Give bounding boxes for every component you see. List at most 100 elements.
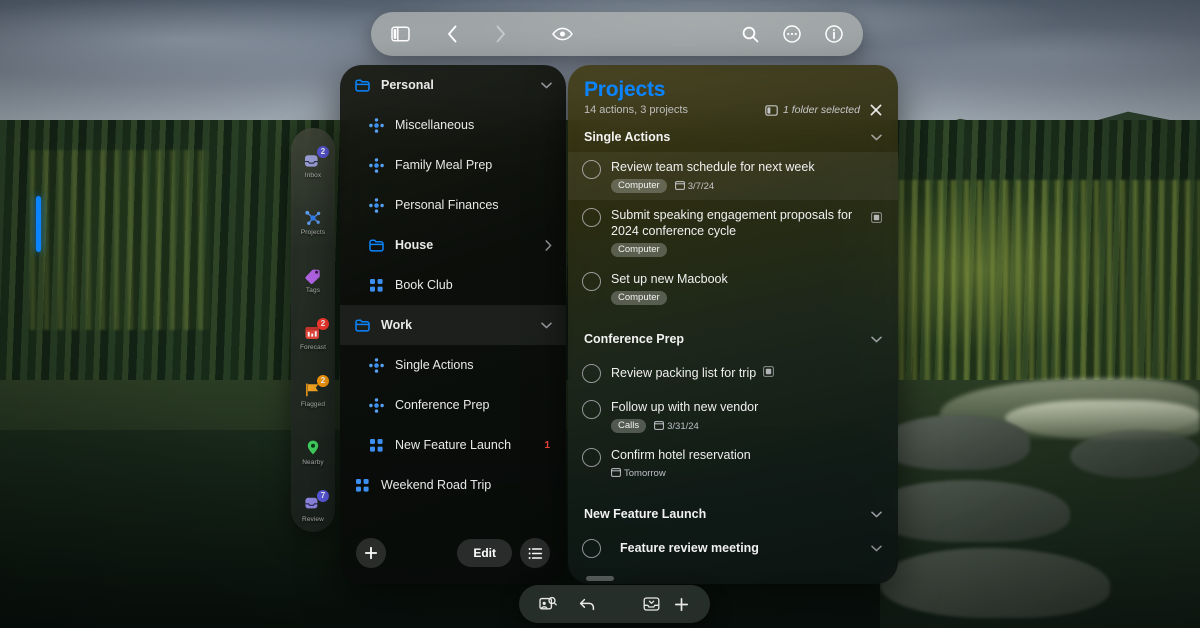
forward-icon[interactable] bbox=[479, 12, 521, 56]
group-title: New Feature Launch bbox=[584, 507, 707, 522]
folder-selection-icon bbox=[765, 104, 778, 116]
task-title: Submit speaking engagement proposals for… bbox=[611, 208, 853, 239]
flagged-icon: 2 bbox=[301, 375, 329, 399]
folder-row-personal[interactable]: Personal bbox=[340, 65, 566, 105]
task-checkbox[interactable] bbox=[582, 539, 601, 559]
task-row[interactable]: Confirm hotel reservation Tomorrow bbox=[568, 440, 898, 487]
folder-row-house[interactable]: House bbox=[340, 225, 566, 265]
folder-panel-footer: Edit bbox=[340, 522, 566, 584]
quick-capture-icon[interactable] bbox=[533, 585, 563, 623]
back-icon[interactable] bbox=[431, 12, 473, 56]
list-options-button[interactable] bbox=[520, 538, 550, 568]
calendar-icon bbox=[611, 467, 621, 480]
add-folder-button[interactable] bbox=[356, 538, 386, 568]
chevron-right-icon[interactable] bbox=[545, 239, 552, 251]
grid-icon bbox=[368, 438, 385, 452]
folder-row-personal-finances[interactable]: Personal Finances bbox=[340, 185, 566, 225]
task-row[interactable]: Feature review meeting bbox=[568, 529, 898, 565]
sidebar-item-label: Tags bbox=[305, 286, 321, 294]
folder-row-work[interactable]: Work bbox=[340, 305, 566, 345]
task-row[interactable]: Submit speaking engagement proposals for… bbox=[568, 200, 898, 264]
task-content: Review packing list for trip bbox=[611, 363, 882, 383]
task-tag[interactable]: Calls bbox=[611, 419, 647, 434]
task-title: Review packing list for trip bbox=[611, 366, 757, 381]
sidebar-item-flagged[interactable]: 2 Flagged bbox=[291, 371, 335, 417]
chevron-down-icon[interactable] bbox=[871, 130, 882, 144]
eye-icon[interactable] bbox=[541, 12, 583, 56]
chevron-down-icon[interactable] bbox=[541, 321, 552, 329]
sidebar-item-review[interactable]: 7 Review bbox=[291, 486, 335, 532]
sidebar-item-nearby[interactable]: Nearby bbox=[291, 428, 335, 474]
task-checkbox[interactable] bbox=[582, 272, 601, 292]
task-content: Review team schedule for next week Compu… bbox=[611, 159, 882, 194]
window-grabber[interactable] bbox=[586, 576, 614, 581]
due-date-label: 3/7/24 bbox=[687, 180, 715, 192]
info-icon[interactable] bbox=[813, 12, 855, 56]
chevron-down-icon[interactable] bbox=[541, 81, 552, 89]
project-icon bbox=[368, 157, 385, 173]
task-checkbox[interactable] bbox=[582, 448, 601, 468]
task-tag[interactable]: Computer bbox=[611, 179, 667, 194]
task-content: Submit speaking engagement proposals for… bbox=[611, 207, 861, 258]
folder-row-new-feature-launch[interactable]: New Feature Launch 1 bbox=[340, 425, 566, 465]
chevron-down-icon[interactable] bbox=[871, 545, 882, 552]
add-icon[interactable] bbox=[666, 585, 696, 623]
task-meta: Computer bbox=[611, 243, 861, 258]
sidebar-item-label: Review bbox=[302, 515, 324, 523]
task-row[interactable]: Review packing list for trip bbox=[568, 354, 898, 392]
task-tag[interactable]: Computer bbox=[611, 243, 667, 258]
task-row[interactable]: Follow up with new vendor Calls 3/31/24 bbox=[568, 392, 898, 440]
projects-content-panel: Projects 14 actions, 3 projects 1 folder… bbox=[568, 65, 898, 584]
task-checkbox[interactable] bbox=[582, 160, 601, 180]
edit-button[interactable]: Edit bbox=[457, 539, 512, 567]
folder-label: Conference Prep bbox=[395, 398, 490, 412]
task-tag[interactable]: Computer bbox=[611, 291, 667, 306]
search-icon[interactable] bbox=[729, 12, 771, 56]
folder-row-conference-prep[interactable]: Conference Prep bbox=[340, 385, 566, 425]
sidebar-item-tags[interactable]: Tags bbox=[291, 257, 335, 303]
folder-row-miscellaneous[interactable]: Miscellaneous bbox=[340, 105, 566, 145]
group-header-new-feature-launch[interactable]: New Feature Launch bbox=[568, 499, 898, 529]
sidebar-item-label: Flagged bbox=[300, 401, 326, 409]
sidebar-item-label: Inbox bbox=[304, 172, 322, 180]
task-content: Follow up with new vendor Calls 3/31/24 bbox=[611, 399, 882, 434]
more-icon[interactable] bbox=[771, 12, 813, 56]
project-icon bbox=[368, 357, 385, 373]
task-row[interactable]: Review team schedule for next week Compu… bbox=[568, 152, 898, 201]
sidebar-item-inbox[interactable]: 2 Inbox bbox=[291, 142, 335, 188]
folder-row-single-actions[interactable]: Single Actions bbox=[340, 345, 566, 385]
folder-label: Personal bbox=[381, 78, 434, 92]
task-row[interactable]: Set up new Macbook Computer bbox=[568, 264, 898, 312]
folder-label: Family Meal Prep bbox=[395, 158, 493, 172]
inbox-tray-icon[interactable] bbox=[636, 585, 666, 623]
folder-row-book-club[interactable]: Book Club bbox=[340, 265, 566, 305]
folder-sidebar-panel: Personal Miscellaneous Family Meal Prep … bbox=[340, 65, 566, 584]
group-header-conference-prep[interactable]: Conference Prep bbox=[568, 324, 898, 354]
task-checkbox[interactable] bbox=[582, 400, 601, 420]
task-due: Tomorrow bbox=[611, 467, 666, 480]
task-content: Feature review meeting bbox=[611, 540, 861, 556]
folder-row-weekend-road-trip[interactable]: Weekend Road Trip bbox=[340, 465, 566, 505]
folder-selected-label: 1 folder selected bbox=[782, 104, 860, 117]
badge: 2 bbox=[317, 146, 329, 159]
window-toolbar bbox=[371, 12, 863, 56]
sidebar-toggle-icon[interactable] bbox=[379, 12, 421, 56]
task-checkbox[interactable] bbox=[582, 364, 601, 384]
task-checkbox[interactable] bbox=[582, 208, 601, 228]
undo-icon[interactable] bbox=[571, 585, 601, 623]
folder-row-family-meal-prep[interactable]: Family Meal Prep bbox=[340, 145, 566, 185]
sidebar-item-projects[interactable]: Projects bbox=[291, 199, 335, 245]
chevron-down-icon[interactable] bbox=[871, 332, 882, 346]
chevron-down-icon[interactable] bbox=[871, 507, 882, 521]
project-icon bbox=[368, 397, 385, 413]
due-date-label: Tomorrow bbox=[624, 468, 666, 480]
folder-icon bbox=[354, 78, 371, 92]
badge: 7 bbox=[317, 489, 329, 502]
grid-icon bbox=[354, 478, 371, 492]
folder-icon bbox=[368, 238, 385, 252]
task-content: Confirm hotel reservation Tomorrow bbox=[611, 447, 882, 480]
close-icon[interactable] bbox=[870, 104, 882, 116]
projects-icon bbox=[301, 208, 325, 227]
sidebar-item-forecast[interactable]: 2 Forecast bbox=[291, 314, 335, 360]
group-header-single-actions[interactable]: Single Actions bbox=[568, 122, 898, 152]
